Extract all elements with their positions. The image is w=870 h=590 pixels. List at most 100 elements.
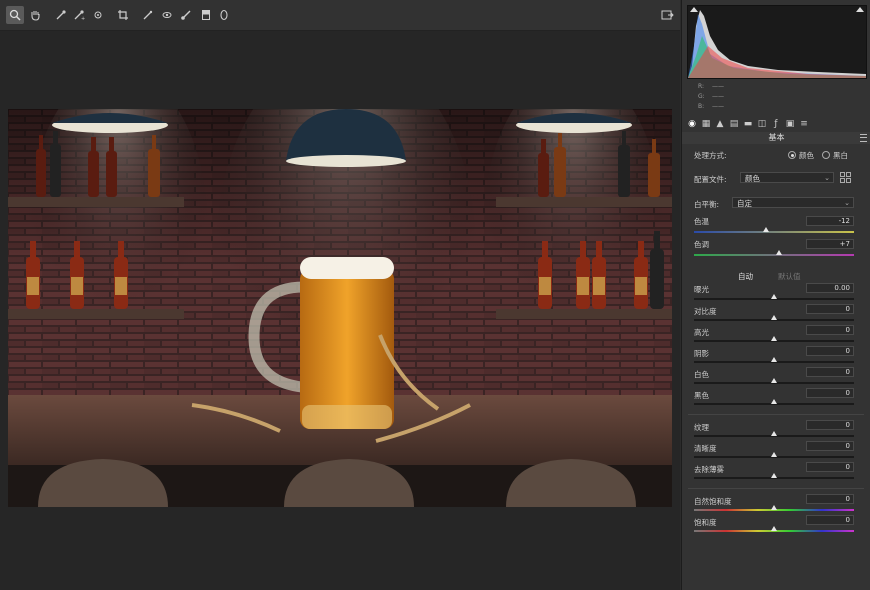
shadows-thumb[interactable] [771,357,777,362]
spot-removal-tool-icon[interactable] [139,6,157,24]
vibrance-label: 自然饱和度 [694,497,732,506]
contrast-label: 对比度 [694,307,717,316]
contrast-slider[interactable] [694,315,854,321]
temp-label: 色温 [694,217,709,226]
blacks-value[interactable]: 0 [806,388,854,398]
exposure-slider[interactable] [694,294,854,300]
r-value: —— [712,83,724,90]
wb-select[interactable]: 自定 ⌄ [732,197,854,208]
whites-slider[interactable] [694,378,854,384]
contrast-thumb[interactable] [771,315,777,320]
white-balance-tool-icon[interactable] [52,6,70,24]
dehaze-thumb[interactable] [771,473,777,478]
tab-hsl-icon[interactable]: ▤ [728,118,740,130]
tool-bar: + [0,0,680,31]
zoom-tool-icon[interactable] [6,6,24,24]
histogram [687,5,867,79]
tint-thumb[interactable] [775,250,782,255]
preview-image[interactable] [8,109,672,507]
vibrance-thumb[interactable] [771,505,777,510]
texture-label: 纹理 [694,423,709,432]
vibrance-slider[interactable] [694,505,854,511]
process-bw-radio[interactable] [822,151,830,159]
clarity-label: 清晰度 [694,444,717,453]
exposure-thumb[interactable] [771,294,777,299]
highlights-thumb[interactable] [771,336,777,341]
tab-fx-icon[interactable]: ƒ [770,118,782,130]
clarity-value[interactable]: 0 [806,441,854,451]
process-label: 处理方式: [694,151,727,160]
exposure-label: 曝光 [694,285,709,294]
g-value: —— [712,93,724,100]
profile-value: 颜色 [745,174,760,183]
dehaze-label: 去除薄雾 [694,465,724,474]
temp-thumb[interactable] [763,227,769,232]
tab-presets-icon[interactable]: ≡ [798,118,810,130]
process-color-label: 颜色 [799,151,814,160]
b-label: B: [698,103,705,110]
exposure-value[interactable]: 0.00 [806,283,854,293]
settings-panel: R: —— G: —— B: —— ◉ ▦ ▲ ▤ ▬ ◫ ƒ ▣ ≡ 基本 处理方式… [681,0,870,590]
adjustment-brush-tool-icon[interactable] [177,6,195,24]
wb-label: 白平衡: [694,200,720,209]
rgb-readout: R: —— G: —— B: —— [698,82,726,112]
whites-value[interactable]: 0 [806,367,854,377]
highlights-slider[interactable] [694,336,854,342]
highlights-label: 高光 [694,328,709,337]
default-button[interactable]: 默认值 [778,271,801,282]
tab-detail-icon[interactable]: ▲ [714,118,726,130]
graduated-filter-tool-icon[interactable] [197,6,215,24]
whites-thumb[interactable] [771,378,777,383]
divider [688,488,864,489]
tint-value[interactable]: +7 [806,239,854,249]
shadow-clip-icon[interactable] [690,7,698,12]
red-eye-tool-icon[interactable] [157,6,175,24]
saturation-thumb[interactable] [771,526,777,531]
clarity-slider[interactable] [694,452,854,458]
saturation-value[interactable]: 0 [806,515,854,525]
tint-slider[interactable] [694,250,854,256]
panel-menu-icon[interactable] [860,134,867,142]
texture-thumb[interactable] [771,431,777,436]
tint-label: 色调 [694,240,709,249]
dehaze-slider[interactable] [694,473,854,479]
contrast-value[interactable]: 0 [806,304,854,314]
shadows-label: 阴影 [694,349,709,358]
tab-tone-curve-icon[interactable]: ▦ [700,118,712,130]
shadows-value[interactable]: 0 [806,346,854,356]
tab-lens-icon[interactable]: ◫ [756,118,768,130]
profile-browser-icon[interactable] [840,172,852,183]
tab-basic-icon[interactable]: ◉ [686,118,698,130]
texture-slider[interactable] [694,431,854,437]
open-image-icon[interactable] [658,6,676,24]
profile-select[interactable]: 颜色 ⌄ [740,172,834,183]
chevron-down-icon: ⌄ [844,199,850,207]
tab-calibration-icon[interactable]: ▣ [784,118,796,130]
panel-tabs: ◉ ▦ ▲ ▤ ▬ ◫ ƒ ▣ ≡ [684,118,869,130]
svg-text:+: + [81,16,85,21]
hand-tool-icon[interactable] [26,6,44,24]
highlights-value[interactable]: 0 [806,325,854,335]
temp-value[interactable]: -12 [806,216,854,226]
texture-value[interactable]: 0 [806,420,854,430]
crop-tool-icon[interactable] [114,6,132,24]
dehaze-value[interactable]: 0 [806,462,854,472]
whites-label: 白色 [694,370,709,379]
blacks-label: 黑色 [694,391,709,400]
tab-split-toning-icon[interactable]: ▬ [742,118,754,130]
section-basic-header: 基本 [682,132,870,144]
blacks-slider[interactable] [694,399,854,405]
saturation-slider[interactable] [694,526,854,532]
shadows-slider[interactable] [694,357,854,363]
vibrance-value[interactable]: 0 [806,494,854,504]
process-color-radio[interactable] [788,151,796,159]
temp-slider[interactable] [694,227,854,233]
radial-filter-tool-icon[interactable] [215,6,233,24]
targeted-adjustment-tool-icon[interactable] [89,6,107,24]
profile-label: 配置文件: [694,175,727,184]
auto-button[interactable]: 自动 [738,271,753,282]
clarity-thumb[interactable] [771,452,777,457]
blacks-thumb[interactable] [771,399,777,404]
highlight-clip-icon[interactable] [856,7,864,12]
color-sampler-tool-icon[interactable]: + [70,6,88,24]
